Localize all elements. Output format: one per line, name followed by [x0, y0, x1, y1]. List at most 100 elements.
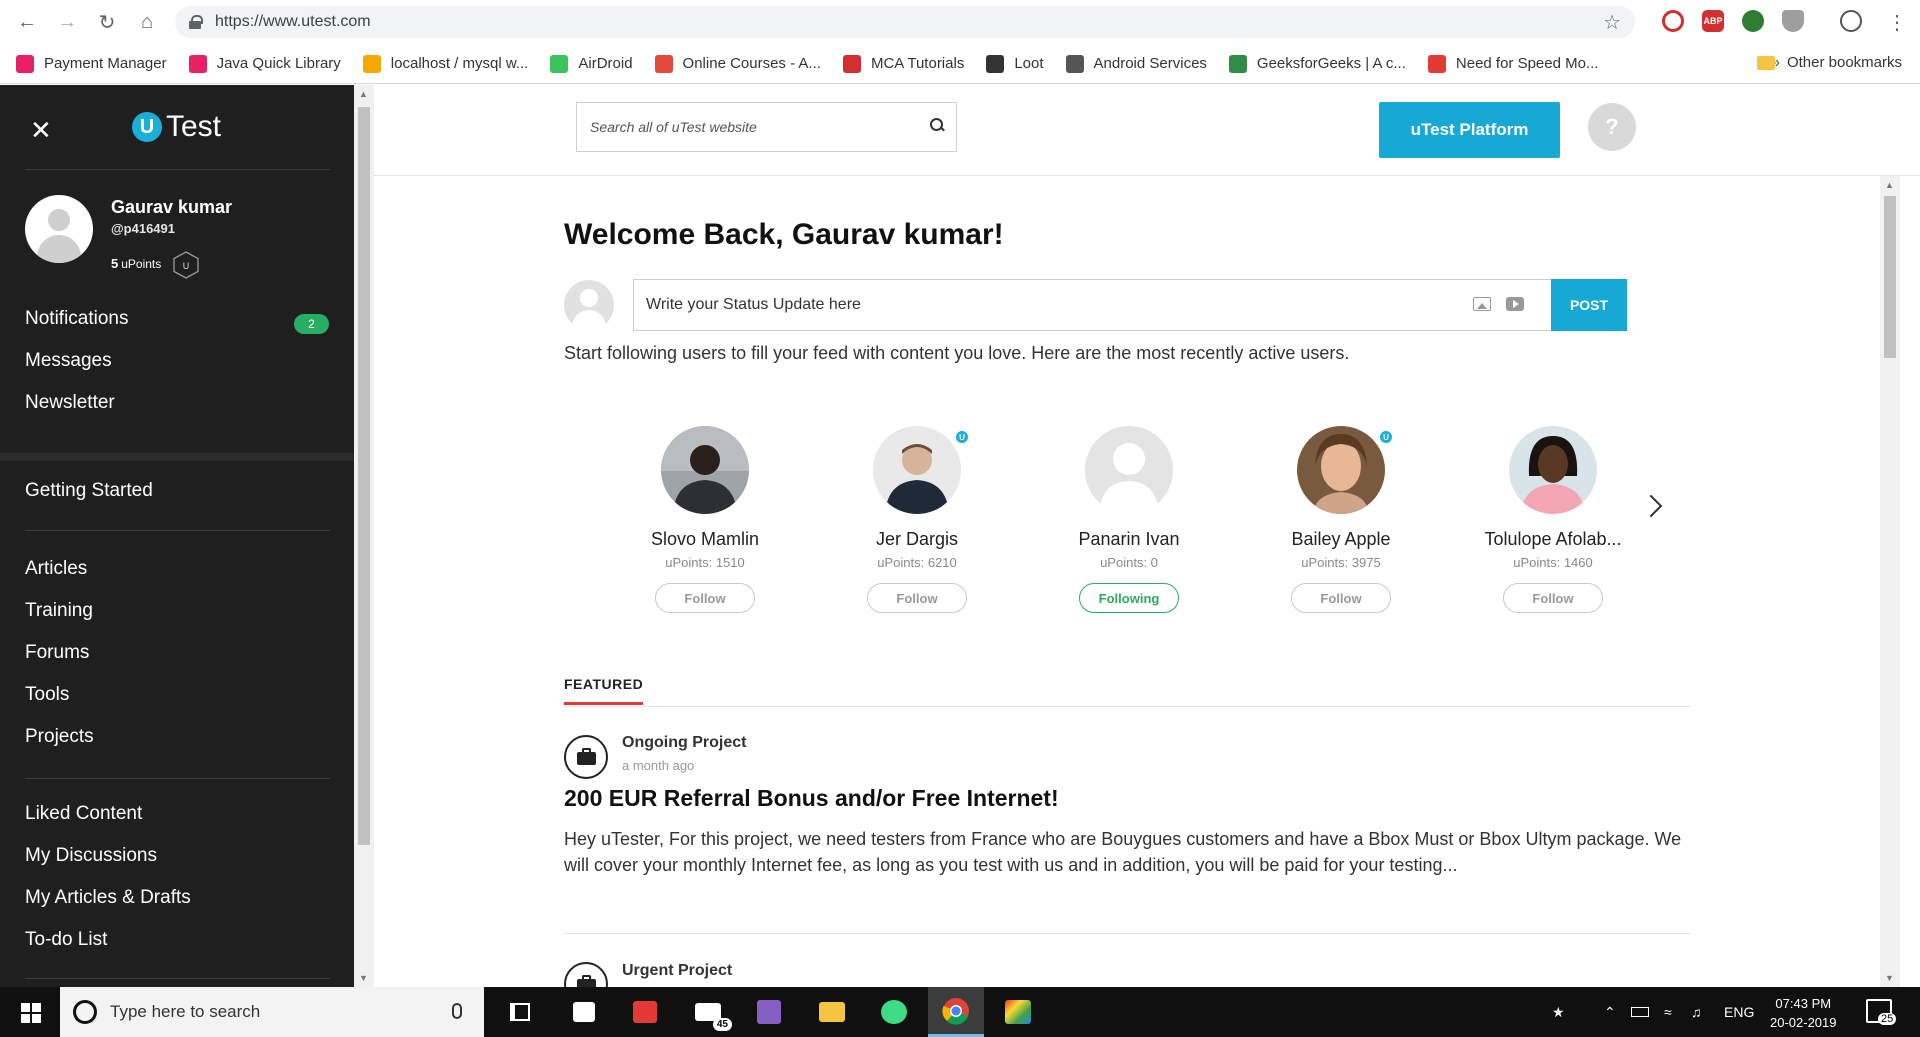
- gift-icon[interactable]: [617, 987, 673, 1037]
- back-icon[interactable]: ←: [10, 5, 44, 39]
- follow-button[interactable]: Follow: [1291, 583, 1391, 613]
- system-clock[interactable]: 07:43 PM 20-02-2019: [1770, 994, 1837, 1032]
- avatar[interactable]: [25, 195, 93, 263]
- sidebar-item-articles[interactable]: Articles: [25, 558, 87, 580]
- visual-studio-icon[interactable]: [741, 987, 797, 1037]
- user-avatar[interactable]: [1509, 426, 1597, 514]
- follow-button[interactable]: Follow: [1503, 583, 1603, 613]
- mail-icon[interactable]: 45: [680, 987, 736, 1037]
- bookmark-item[interactable]: Need for Speed Mo...: [1427, 54, 1598, 73]
- menu-icon[interactable]: ⋮: [1880, 5, 1914, 39]
- active-users-carousel: Slovo Mamlin uPoints: 1510 Follow U Jer …: [625, 426, 1685, 626]
- abp-icon[interactable]: ABP: [1702, 10, 1724, 32]
- bookmark-item[interactable]: Loot: [986, 54, 1044, 73]
- search-input[interactable]: Search all of uTest website: [576, 102, 957, 152]
- green-ext-icon[interactable]: [1742, 10, 1764, 32]
- user-avatar[interactable]: [1297, 426, 1385, 514]
- sidebar-item-projects[interactable]: Projects: [25, 726, 94, 748]
- status-update-input[interactable]: Write your Status Update here POST: [633, 279, 1627, 331]
- wifi-icon[interactable]: ≈: [1664, 987, 1672, 1037]
- bookmark-star-icon[interactable]: ☆: [1603, 10, 1621, 35]
- other-bookmarks[interactable]: Other bookmarks: [1756, 54, 1902, 71]
- profile-ext-icon[interactable]: [1840, 10, 1862, 32]
- battery-icon[interactable]: [1631, 987, 1649, 1037]
- video-icon[interactable]: [1506, 297, 1524, 311]
- bookmark-item[interactable]: MCA Tutorials: [842, 54, 964, 73]
- shield-ext-icon[interactable]: [1782, 10, 1804, 32]
- user-name[interactable]: Panarin Ivan: [1049, 529, 1209, 550]
- home-icon[interactable]: ⌂: [130, 5, 164, 39]
- sidebar-item-my-articles-drafts[interactable]: My Articles & Drafts: [25, 887, 191, 909]
- chevron-up-icon[interactable]: ⌃: [1604, 987, 1616, 1037]
- bluestacks-icon[interactable]: [990, 987, 1046, 1037]
- sidebar-item-training[interactable]: Training: [25, 600, 93, 622]
- follow-button[interactable]: Follow: [655, 583, 755, 613]
- bookmark-item[interactable]: Online Courses - A...: [654, 54, 821, 73]
- sidebar-item-liked-content[interactable]: Liked Content: [25, 803, 142, 825]
- chrome-icon[interactable]: [928, 987, 984, 1037]
- scroll-down-icon[interactable]: ▼: [359, 973, 368, 983]
- cortana-icon[interactable]: [73, 1000, 97, 1024]
- user-avatar[interactable]: [661, 426, 749, 514]
- tab-featured[interactable]: FEATURED: [564, 676, 643, 692]
- bookmark-label: Java Quick Library: [216, 55, 341, 72]
- taskbar-search-placeholder: Type here to search: [110, 1002, 261, 1021]
- bookmark-item[interactable]: Payment Manager: [16, 54, 167, 73]
- sidebar-item-newsletter[interactable]: Newsletter: [25, 392, 115, 414]
- scroll-down-icon[interactable]: ▼: [1885, 973, 1894, 983]
- microphone-icon[interactable]: [452, 1003, 462, 1019]
- scroll-up-icon[interactable]: ▲: [1885, 180, 1894, 190]
- briefcase-icon: [564, 735, 608, 779]
- sidebar-item-forums[interactable]: Forums: [25, 642, 89, 664]
- volume-icon[interactable]: ♫: [1691, 987, 1702, 1037]
- follow-button[interactable]: Follow: [867, 583, 967, 613]
- bookmark-item[interactable]: Android Services: [1065, 54, 1207, 73]
- language-indicator[interactable]: ENG: [1724, 987, 1754, 1037]
- post-title[interactable]: 200 EUR Referral Bonus and/or Free Inter…: [564, 785, 1059, 812]
- user-name[interactable]: Slovo Mamlin: [625, 529, 785, 550]
- user-avatar[interactable]: [873, 426, 961, 514]
- reload-icon[interactable]: ↻: [90, 5, 124, 39]
- bookmark-item[interactable]: Java Quick Library: [188, 54, 341, 73]
- sidebar-item-notifications[interactable]: Notifications: [25, 308, 129, 330]
- url-text: https://www.utest.com: [215, 13, 371, 30]
- sidebar-item-todo-list[interactable]: To-do List: [25, 929, 107, 951]
- sidebar-scrollbar[interactable]: ▲ ▼: [354, 85, 374, 987]
- search-icon[interactable]: [930, 118, 944, 132]
- help-button[interactable]: ?: [1588, 103, 1636, 151]
- people-icon[interactable]: ★: [1552, 987, 1565, 1037]
- following-button[interactable]: Following: [1079, 583, 1179, 613]
- page-title: Welcome Back, Gaurav kumar!: [564, 218, 1004, 251]
- sidebar-item-my-discussions[interactable]: My Discussions: [25, 845, 157, 867]
- utest-platform-button[interactable]: uTest Platform: [1379, 102, 1560, 158]
- block-icon[interactable]: [1662, 10, 1684, 32]
- forward-icon[interactable]: →: [50, 5, 84, 39]
- bookmark-item[interactable]: localhost / mysql w...: [362, 54, 528, 73]
- image-icon[interactable]: [1473, 297, 1491, 311]
- browser-toolbar: ← → ↻ ⌂ https://www.utest.com ☆ ABP ⋮: [0, 0, 1920, 44]
- sidebar-item-tools[interactable]: Tools: [25, 684, 69, 706]
- scrollbar-thumb[interactable]: [1884, 196, 1896, 358]
- bookmark-item[interactable]: GeeksforGeeks | A c...: [1228, 54, 1406, 73]
- user-name[interactable]: Bailey Apple: [1261, 529, 1421, 550]
- sidebar-item-messages[interactable]: Messages: [25, 350, 112, 372]
- user-name[interactable]: Tolulope Afolab...: [1473, 529, 1633, 550]
- store-icon[interactable]: [556, 987, 612, 1037]
- sidebar-item-getting-started[interactable]: Getting Started: [25, 480, 153, 502]
- main-scrollbar[interactable]: ▲ ▼: [1880, 176, 1900, 987]
- file-explorer-icon[interactable]: [804, 987, 860, 1037]
- bookmark-item[interactable]: AirDroid: [550, 54, 633, 73]
- close-icon[interactable]: ✕: [30, 115, 52, 146]
- user-name[interactable]: Gaurav kumar: [111, 197, 232, 218]
- windows-start-icon[interactable]: [21, 1003, 41, 1023]
- address-bar[interactable]: https://www.utest.com ☆: [175, 6, 1635, 38]
- user-avatar[interactable]: [1085, 426, 1173, 514]
- android-studio-icon[interactable]: [866, 987, 922, 1037]
- scroll-up-icon[interactable]: ▲: [359, 89, 368, 99]
- utest-logo[interactable]: U Test: [132, 110, 221, 144]
- post-button[interactable]: POST: [1551, 279, 1627, 331]
- scrollbar-thumb[interactable]: [358, 107, 370, 845]
- user-name[interactable]: Jer Dargis: [837, 529, 997, 550]
- taskbar-search-input[interactable]: Type here to search: [60, 987, 484, 1037]
- task-view-icon[interactable]: [492, 987, 548, 1037]
